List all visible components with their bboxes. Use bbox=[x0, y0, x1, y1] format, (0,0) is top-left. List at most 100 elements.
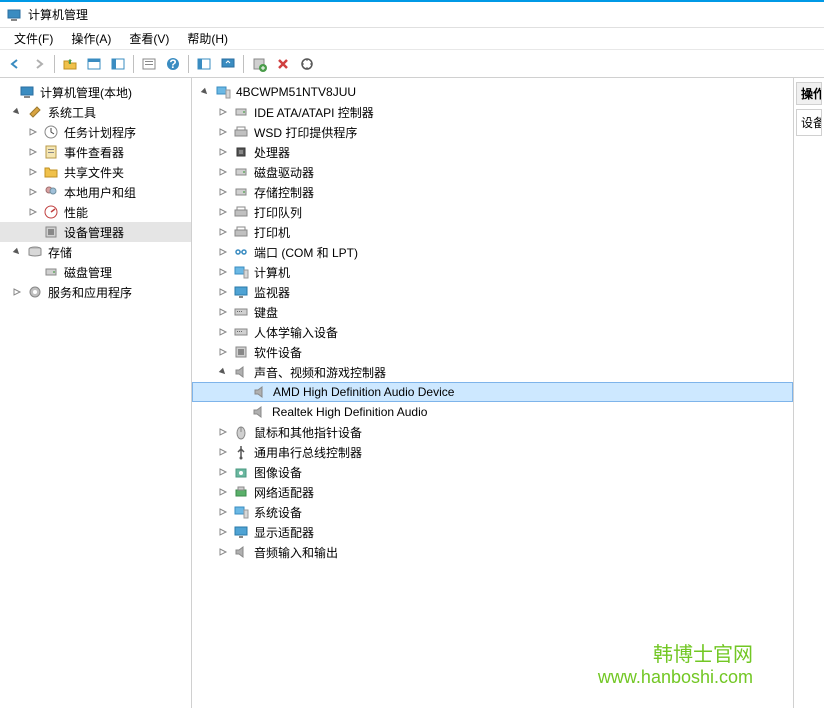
device-usb[interactable]: 通用串行总线控制器 bbox=[192, 442, 793, 462]
device-computer[interactable]: 4BCWPM51NTV8JUU bbox=[192, 82, 793, 102]
collapse-icon[interactable] bbox=[10, 105, 24, 119]
expand-icon[interactable] bbox=[216, 125, 230, 139]
menu-view[interactable]: 查看(V) bbox=[121, 28, 177, 49]
collapse-icon[interactable] bbox=[216, 365, 230, 379]
expand-icon[interactable] bbox=[216, 525, 230, 539]
ide-icon bbox=[233, 104, 249, 120]
view-panes-button[interactable] bbox=[83, 53, 105, 75]
show-hidden-button[interactable] bbox=[193, 53, 215, 75]
expand-icon[interactable] bbox=[216, 145, 230, 159]
node-root[interactable]: 计算机管理(本地) bbox=[0, 82, 191, 102]
separator bbox=[54, 55, 55, 73]
properties-button[interactable] bbox=[138, 53, 160, 75]
watermark-line2: www.hanboshi.com bbox=[598, 667, 753, 688]
node-performance[interactable]: 性能 bbox=[0, 202, 191, 222]
expand-icon[interactable] bbox=[216, 505, 230, 519]
speaker-icon bbox=[233, 544, 249, 560]
enable-button[interactable] bbox=[248, 53, 270, 75]
expand-icon[interactable] bbox=[216, 225, 230, 239]
device-sound[interactable]: 声音、视频和游戏控制器 bbox=[192, 362, 793, 382]
app-icon bbox=[6, 7, 22, 23]
node-services[interactable]: 服务和应用程序 bbox=[0, 282, 191, 302]
node-local-users[interactable]: 本地用户和组 bbox=[0, 182, 191, 202]
node-task-scheduler[interactable]: 任务计划程序 bbox=[0, 122, 191, 142]
expand-icon[interactable] bbox=[216, 465, 230, 479]
expand-icon[interactable] bbox=[216, 305, 230, 319]
help-button[interactable] bbox=[162, 53, 184, 75]
device-keyboard[interactable]: 键盘 bbox=[192, 302, 793, 322]
expand-icon[interactable] bbox=[10, 285, 24, 299]
actions-item[interactable]: 设备 bbox=[796, 109, 822, 136]
menu-action[interactable]: 操作(A) bbox=[63, 28, 119, 49]
device-audio-io[interactable]: 音频输入和输出 bbox=[192, 542, 793, 562]
node-event-viewer[interactable]: 事件查看器 bbox=[0, 142, 191, 162]
node-label: 系统工具 bbox=[46, 104, 98, 121]
expand-icon[interactable] bbox=[26, 205, 40, 219]
expand-icon[interactable] bbox=[216, 425, 230, 439]
expand-icon[interactable] bbox=[216, 485, 230, 499]
forward-button[interactable] bbox=[28, 53, 50, 75]
node-storage[interactable]: 存储 bbox=[0, 242, 191, 262]
device-wsd[interactable]: WSD 打印提供程序 bbox=[192, 122, 793, 142]
node-label: 通用串行总线控制器 bbox=[252, 444, 364, 461]
expand-icon[interactable] bbox=[26, 145, 40, 159]
expand-icon[interactable] bbox=[26, 125, 40, 139]
node-label: 服务和应用程序 bbox=[46, 284, 134, 301]
expand-icon[interactable] bbox=[26, 185, 40, 199]
expand-icon[interactable] bbox=[216, 545, 230, 559]
expand-icon[interactable] bbox=[216, 325, 230, 339]
device-ports[interactable]: 端口 (COM 和 LPT) bbox=[192, 242, 793, 262]
main-area: 计算机管理(本地) 系统工具 任务计划程序 事件查看器 共享文件夹 bbox=[0, 78, 824, 708]
device-hid[interactable]: 人体学输入设备 bbox=[192, 322, 793, 342]
collapse-icon[interactable] bbox=[10, 245, 24, 259]
expand-icon[interactable] bbox=[216, 245, 230, 259]
expand-icon[interactable] bbox=[216, 185, 230, 199]
menu-help[interactable]: 帮助(H) bbox=[179, 28, 236, 49]
node-label: 端口 (COM 和 LPT) bbox=[252, 244, 360, 261]
pc-icon bbox=[233, 264, 249, 280]
device-mouse[interactable]: 鼠标和其他指针设备 bbox=[192, 422, 793, 442]
node-shared-folders[interactable]: 共享文件夹 bbox=[0, 162, 191, 182]
node-label: 事件查看器 bbox=[62, 144, 126, 161]
node-device-manager[interactable]: 设备管理器 bbox=[0, 222, 191, 242]
device-ide[interactable]: IDE ATA/ATAPI 控制器 bbox=[192, 102, 793, 122]
menu-file[interactable]: 文件(F) bbox=[6, 28, 61, 49]
hid-icon bbox=[233, 324, 249, 340]
expand-icon[interactable] bbox=[216, 105, 230, 119]
expand-icon[interactable] bbox=[216, 345, 230, 359]
node-label: 本地用户和组 bbox=[62, 184, 138, 201]
folder-icon bbox=[43, 164, 59, 180]
node-system-tools[interactable]: 系统工具 bbox=[0, 102, 191, 122]
expand-icon[interactable] bbox=[216, 265, 230, 279]
device-display[interactable]: 显示适配器 bbox=[192, 522, 793, 542]
expand-icon[interactable] bbox=[216, 445, 230, 459]
device-network[interactable]: 网络适配器 bbox=[192, 482, 793, 502]
device-cpu[interactable]: 处理器 bbox=[192, 142, 793, 162]
scan-button[interactable] bbox=[296, 53, 318, 75]
device-diskdrive[interactable]: 磁盘驱动器 bbox=[192, 162, 793, 182]
node-disk-mgmt[interactable]: 磁盘管理 bbox=[0, 262, 191, 282]
users-icon bbox=[43, 184, 59, 200]
back-button[interactable] bbox=[4, 53, 26, 75]
view-columns-button[interactable] bbox=[107, 53, 129, 75]
expand-icon[interactable] bbox=[216, 165, 230, 179]
expand-icon[interactable] bbox=[216, 285, 230, 299]
collapse-icon[interactable] bbox=[198, 85, 212, 99]
device-imaging[interactable]: 图像设备 bbox=[192, 462, 793, 482]
device-monitor[interactable]: 监视器 bbox=[192, 282, 793, 302]
uninstall-button[interactable] bbox=[272, 53, 294, 75]
update-driver-button[interactable] bbox=[217, 53, 239, 75]
up-button[interactable] bbox=[59, 53, 81, 75]
device-system[interactable]: 系统设备 bbox=[192, 502, 793, 522]
actions-pane: 操作 设备 bbox=[794, 78, 824, 708]
device-software[interactable]: 软件设备 bbox=[192, 342, 793, 362]
device-computer-cat[interactable]: 计算机 bbox=[192, 262, 793, 282]
expand-icon[interactable] bbox=[216, 205, 230, 219]
device-amd-audio[interactable]: AMD High Definition Audio Device bbox=[192, 382, 793, 402]
device-realtek-audio[interactable]: Realtek High Definition Audio bbox=[192, 402, 793, 422]
device-storage-ctrl[interactable]: 存储控制器 bbox=[192, 182, 793, 202]
device-printer[interactable]: 打印机 bbox=[192, 222, 793, 242]
expand-icon[interactable] bbox=[26, 165, 40, 179]
node-label: 系统设备 bbox=[252, 504, 304, 521]
device-printqueue[interactable]: 打印队列 bbox=[192, 202, 793, 222]
